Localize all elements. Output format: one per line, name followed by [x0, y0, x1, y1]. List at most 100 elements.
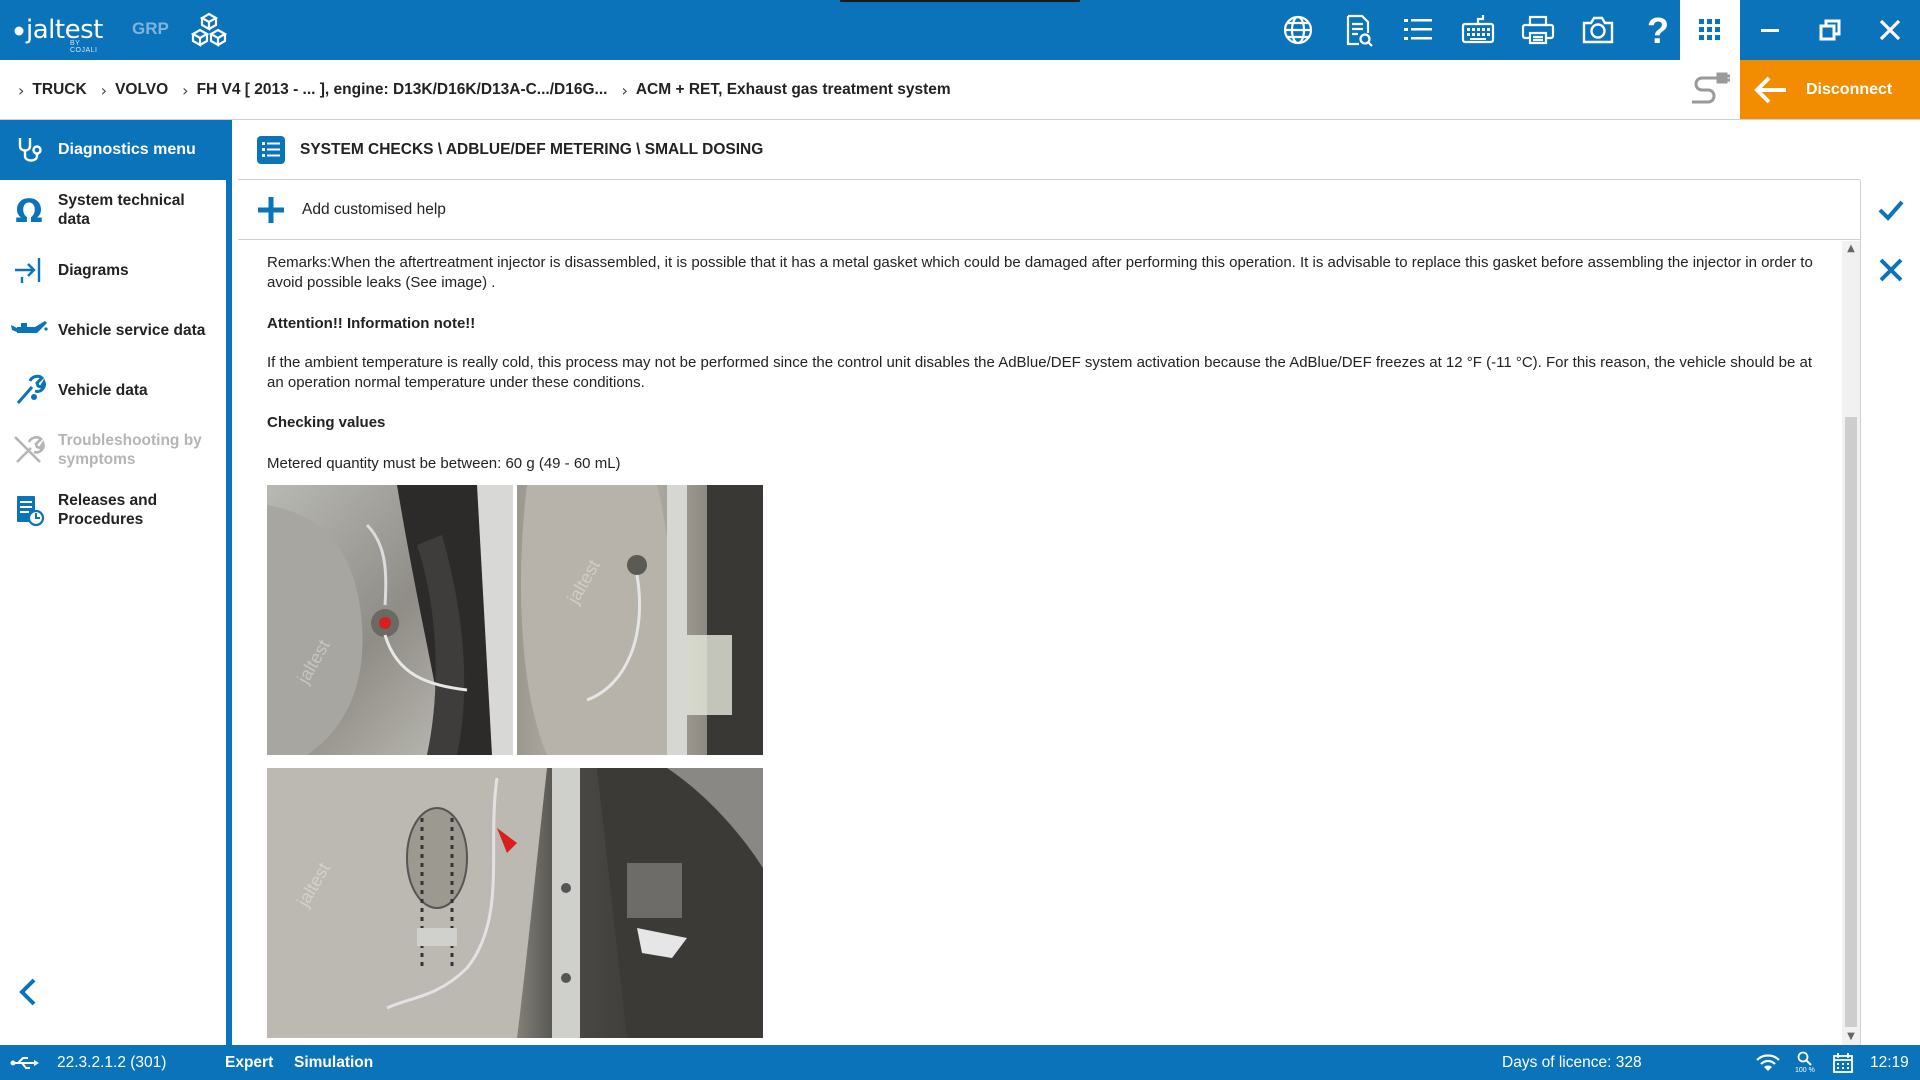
sidebar-item-label: Diagrams	[58, 261, 129, 279]
disconnect-button[interactable]: Disconnect	[1740, 60, 1920, 119]
zoom-icon	[1797, 1051, 1812, 1066]
breadcrumb-bar: › TRUCK › VOLVO › FH V4 [ 2013 - ... ], eng…	[0, 60, 1920, 120]
oil-can-icon	[0, 313, 58, 347]
breadcrumb-label: TRUCK	[32, 81, 87, 98]
checklist-icon	[257, 135, 285, 164]
sidebar-header-diagnostics-menu[interactable]: Diagnostics menu	[0, 120, 226, 180]
camera-icon	[1582, 16, 1614, 44]
sidebar-item-system-technical-data[interactable]: Ω System technical data	[0, 180, 226, 240]
scroll-down-icon[interactable]: ▼	[1842, 1029, 1860, 1045]
keyboard-button[interactable]	[1448, 0, 1508, 60]
content-header: SYSTEM CHECKS \ ADBLUE/DEF METERING \ SM…	[238, 120, 1860, 180]
procedures-icon	[0, 493, 58, 527]
minimize-icon	[1761, 29, 1779, 32]
photo-injector-gasket: jaltest	[267, 768, 763, 1038]
plus-icon	[258, 196, 284, 223]
usb-icon	[10, 1045, 40, 1080]
breadcrumb-item-brand[interactable]: › VOLVO	[101, 81, 169, 100]
add-customised-help-button[interactable]: Add customised help	[238, 180, 1860, 240]
sidebar-item-label: System technical data	[58, 192, 185, 228]
help-button[interactable]: ?	[1628, 0, 1688, 60]
arrow-left-icon	[1754, 76, 1786, 103]
close-window-button[interactable]	[1860, 0, 1920, 60]
status-bar: 22.3.2.1.2 (301) Expert Simulation Days …	[0, 1045, 1920, 1080]
minimize-button[interactable]	[1740, 0, 1800, 60]
accept-button[interactable]	[1861, 180, 1920, 240]
wifi-icon	[1755, 1045, 1781, 1080]
scrollbar-thumb[interactable]	[1845, 417, 1857, 1027]
sidebar-item-troubleshooting[interactable]: Troubleshooting by symptoms	[0, 420, 226, 480]
version-label: 22.3.2.1.2 (301)	[57, 1053, 167, 1071]
attention-heading: Attention!! Information note!!	[267, 315, 476, 332]
page-title: SYSTEM CHECKS \ ADBLUE/DEF METERING \ SM…	[300, 140, 764, 158]
print-button[interactable]	[1508, 0, 1568, 60]
brand-sub: BY COJALI	[70, 40, 98, 54]
scrollbar[interactable]: ▲ ▼	[1842, 241, 1860, 1045]
keyboard-icon	[1461, 15, 1495, 44]
breadcrumb: › TRUCK › VOLVO › FH V4 [ 2013 - ... ], eng…	[18, 60, 965, 120]
list-button[interactable]	[1388, 0, 1448, 60]
photo-injector-location: jaltest	[517, 485, 763, 755]
simulation-label: Simulation	[294, 1053, 374, 1071]
screenshot-button[interactable]	[1568, 0, 1628, 60]
calendar-icon[interactable]	[1832, 1045, 1854, 1080]
sidebar-item-diagrams[interactable]: Diagrams	[0, 240, 226, 300]
checking-values-heading: Checking values	[267, 414, 386, 431]
mode-label: Expert	[225, 1053, 274, 1071]
help-content: Remarks:When the aftertreatment injector…	[238, 241, 1842, 1045]
diagram-arrow-icon	[0, 253, 58, 287]
chevron-right-icon: ›	[182, 80, 189, 100]
document-search-icon	[1346, 14, 1373, 47]
globe-icon	[1283, 15, 1313, 45]
window-top-line	[840, 0, 1080, 2]
restore-icon	[1819, 19, 1841, 41]
remarks-text: Remarks:When the aftertreatment injector…	[267, 254, 1813, 291]
printer-icon	[1521, 15, 1555, 45]
product-label: GRP	[132, 19, 169, 38]
apps-button[interactable]	[1680, 0, 1740, 60]
cancel-button[interactable]	[1861, 240, 1920, 300]
sidebar-header-label: Diagnostics menu	[58, 141, 196, 158]
svg-text:?: ?	[1647, 13, 1669, 47]
add-help-label: Add customised help	[302, 200, 446, 218]
scroll-up-icon[interactable]: ▲	[1842, 241, 1860, 257]
connection-cable-icon	[1692, 72, 1730, 104]
chevron-right-icon: ›	[100, 80, 108, 100]
brand-logo: jaltest BY COJALI	[12, 8, 103, 54]
restore-button[interactable]	[1800, 0, 1860, 60]
sidebar-item-vehicle-service-data[interactable]: Vehicle service data	[0, 300, 226, 360]
breadcrumb-item-model[interactable]: › FH V4 [ 2013 - ... ], engine: D13K/D16K…	[182, 81, 607, 100]
globe-button[interactable]	[1268, 0, 1328, 60]
help-icon: ?	[1647, 13, 1669, 47]
omega-icon: Ω	[0, 193, 58, 227]
sidebar: Diagnostics menu Ω System technical data…	[0, 120, 232, 1045]
sidebar-item-releases-procedures[interactable]: Releases and Procedures	[0, 480, 226, 540]
sidebar-item-vehicle-data[interactable]: Vehicle data	[0, 360, 226, 420]
sidebar-item-label: Vehicle service data	[58, 321, 206, 339]
cubes-icon[interactable]	[190, 12, 228, 48]
breadcrumb-label: ACM + RET, Exhaust gas treatment system	[635, 81, 951, 98]
clock-label: 12:19	[1870, 1053, 1909, 1071]
logo-dot-icon	[14, 26, 24, 36]
sidebar-item-label: Troubleshooting by symptoms	[58, 432, 202, 468]
grid-icon	[1699, 19, 1720, 40]
document-search-button[interactable]	[1328, 0, 1388, 60]
disconnect-label: Disconnect	[1806, 80, 1893, 98]
list-icon	[1404, 19, 1432, 40]
info-text: If the ambient temperature is really col…	[267, 354, 1812, 391]
breadcrumb-label: VOLVO	[115, 81, 169, 98]
check-icon	[1878, 200, 1904, 221]
zoom-label: 100 %	[1795, 1066, 1815, 1074]
breadcrumb-item-truck[interactable]: › TRUCK	[18, 81, 87, 100]
close-icon	[1879, 258, 1903, 282]
chevron-right-icon: ›	[18, 80, 25, 100]
toolbar: ?	[1268, 0, 1688, 60]
zoom-indicator[interactable]: 100 %	[1795, 1045, 1815, 1080]
breadcrumb-label: FH V4 [ 2013 - ... ], engine: D13K/D16K/…	[196, 81, 608, 98]
sidebar-item-label: Vehicle data	[58, 381, 148, 399]
chevron-right-icon: ›	[621, 80, 628, 100]
top-bar: jaltest BY COJALI GRP ?	[0, 0, 1920, 60]
collapse-sidebar-icon[interactable]	[14, 972, 42, 1012]
svg-text:Ω: Ω	[15, 193, 42, 227]
breadcrumb-item-system[interactable]: › ACM + RET, Exhaust gas treatment system	[621, 81, 950, 100]
